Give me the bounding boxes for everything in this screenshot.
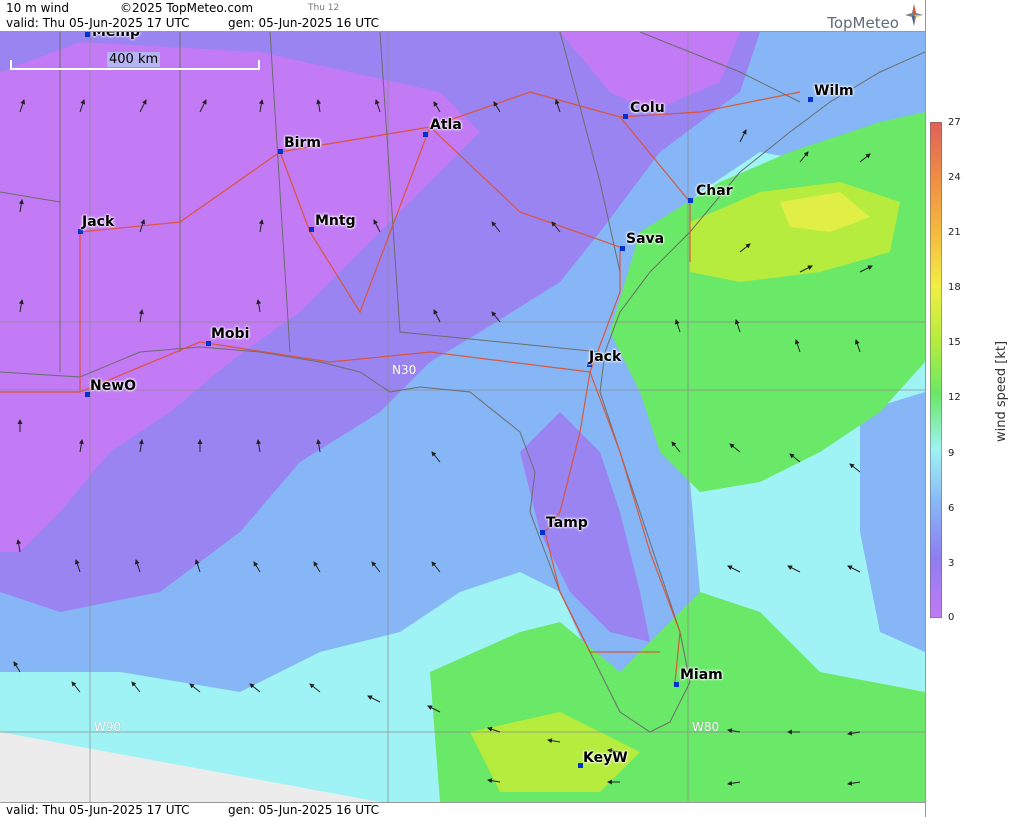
wind-map[interactable]: 400 km N30 W90 W80 Memp Atla Colu Wilm B… (0, 32, 925, 802)
city-label-jacksonville[interactable]: Jack (589, 349, 621, 365)
footer: valid: Thu 05-Jun-2025 17 UTC gen: 05-Ju… (0, 802, 925, 817)
colorbar-legend: 27 24 21 18 15 12 9 6 3 0 wind speed [kt… (925, 0, 1017, 817)
city-label-char[interactable]: Char (696, 183, 733, 199)
city-marker (674, 682, 679, 687)
footer-gen-time: gen: 05-Jun-2025 16 UTC (228, 803, 380, 817)
colorbar-title: wind speed [kt] (994, 340, 1009, 442)
colorbar-tick: 12 (948, 392, 961, 403)
city-marker (688, 198, 693, 203)
colorbar-tick: 15 (948, 337, 961, 348)
copyright: ©2025 TopMeteo.com (120, 1, 254, 15)
colorbar-tick: 21 (948, 227, 961, 238)
city-label-mntg[interactable]: Mntg (315, 213, 356, 229)
city-marker (540, 530, 545, 535)
city-label-keyw[interactable]: KeyW (583, 750, 628, 766)
city-marker (620, 246, 625, 251)
lat-label-n30: N30 (392, 363, 417, 377)
wind-field (0, 32, 925, 802)
time-tab[interactable]: Thu 12 (308, 3, 339, 13)
product-title: 10 m wind (6, 1, 69, 15)
gen-time: gen: 05-Jun-2025 16 UTC (228, 16, 380, 30)
city-marker (85, 32, 90, 37)
city-label-miam[interactable]: Miam (680, 667, 723, 683)
city-marker (623, 114, 628, 119)
footer-valid-time: valid: Thu 05-Jun-2025 17 UTC (6, 803, 190, 817)
colorbar-tick: 6 (948, 503, 955, 514)
colorbar-tick: 0 (948, 612, 955, 623)
city-label-sava[interactable]: Sava (626, 231, 664, 247)
lon-label-w90: W90 (94, 720, 122, 734)
scale-bar-label: 400 km (107, 52, 161, 67)
city-label-tamp[interactable]: Tamp (546, 515, 588, 531)
city-label-colu[interactable]: Colu (630, 100, 665, 116)
city-marker (423, 132, 428, 137)
city-label-birm[interactable]: Birm (284, 135, 321, 151)
topmeteo-logo: TopMeteo (827, 14, 899, 32)
city-label-newo[interactable]: NewO (90, 378, 136, 394)
colorbar (930, 122, 942, 618)
city-label-jackson[interactable]: Jack (82, 214, 114, 230)
colorbar-tick: 27 (948, 117, 961, 128)
city-marker (309, 227, 314, 232)
city-label-wilm[interactable]: Wilm (814, 83, 854, 99)
colorbar-tick: 18 (948, 282, 961, 293)
header: 10 m wind ©2025 TopMeteo.com Thu 12 vali… (0, 0, 925, 32)
colorbar-tick: 9 (948, 448, 955, 459)
city-label-atla[interactable]: Atla (430, 117, 462, 133)
city-label-memp[interactable]: Memp (92, 32, 140, 40)
valid-time: valid: Thu 05-Jun-2025 17 UTC (6, 16, 190, 30)
city-label-mobi[interactable]: Mobi (211, 326, 249, 342)
colorbar-tick: 3 (948, 558, 955, 569)
colorbar-tick: 24 (948, 172, 961, 183)
lon-label-w80: W80 (692, 720, 720, 734)
city-marker (808, 97, 813, 102)
city-marker (278, 149, 283, 154)
compass-star-icon (905, 4, 923, 26)
